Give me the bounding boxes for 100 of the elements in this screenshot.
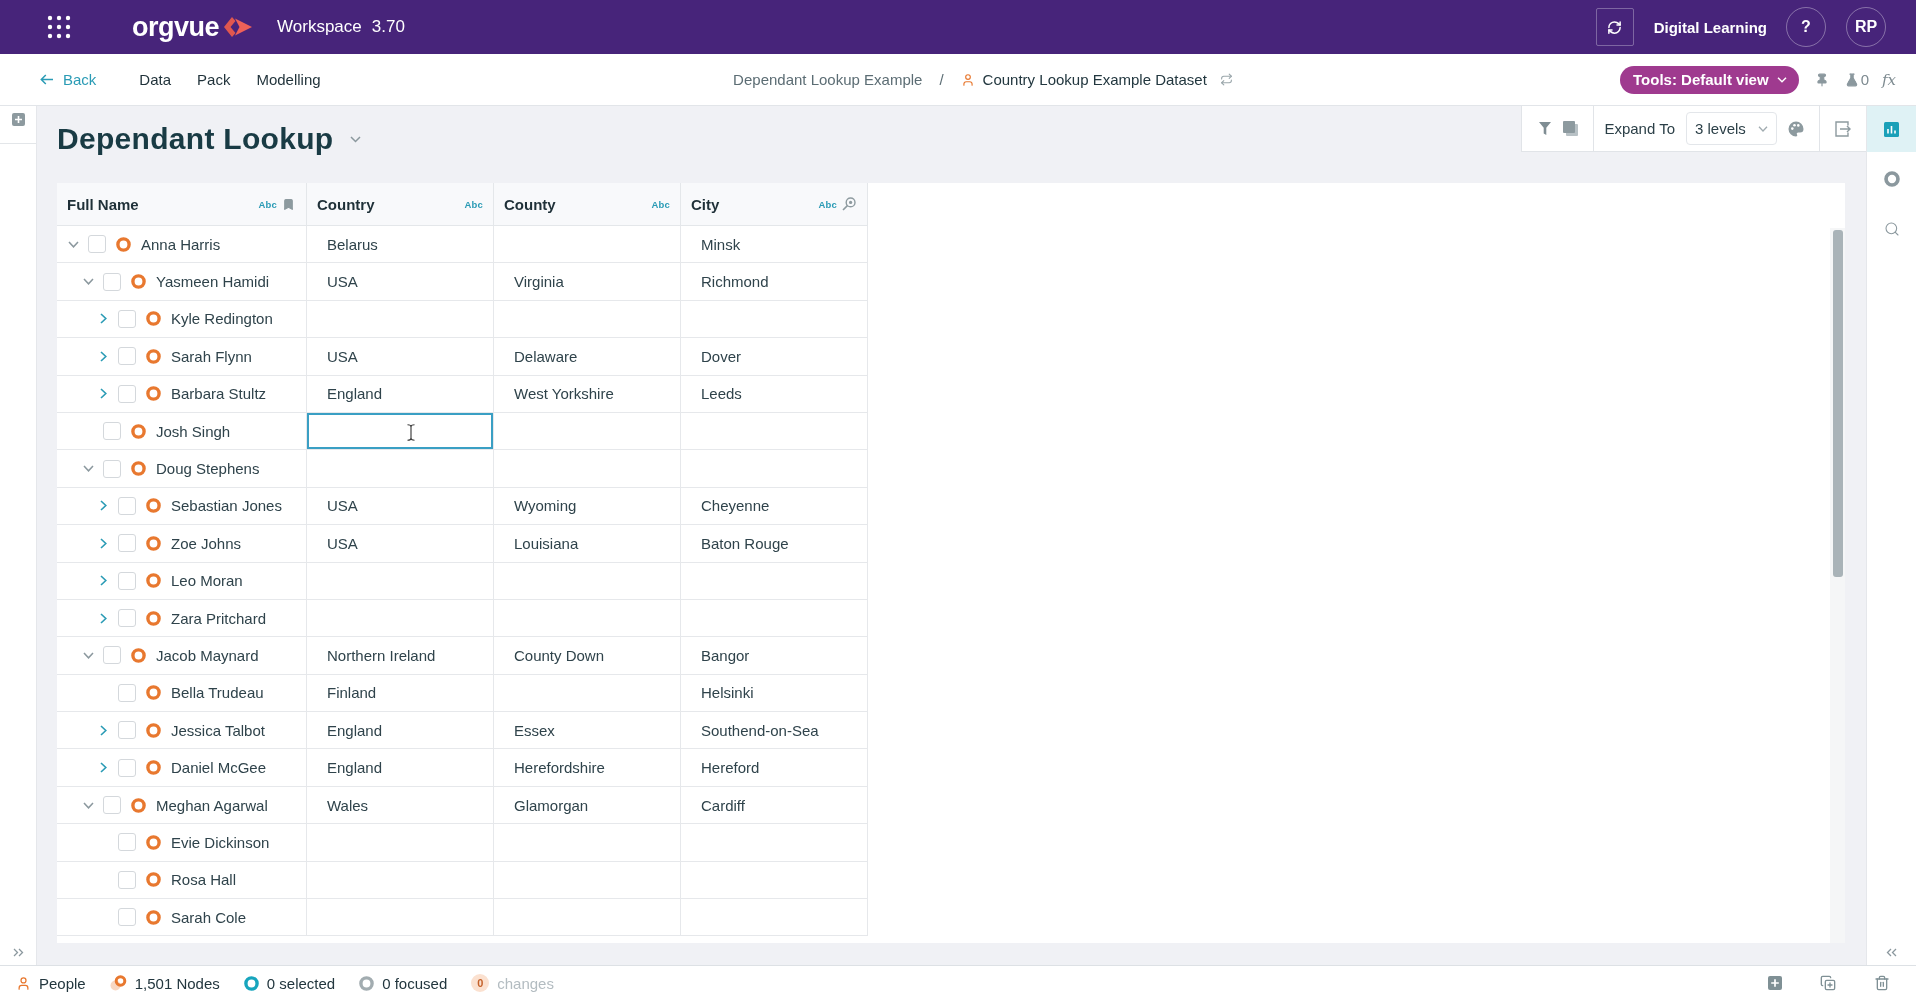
column-header[interactable]: City Abc <box>681 183 868 226</box>
chevron-right-icon[interactable] <box>99 724 107 736</box>
filter-icon[interactable] <box>1539 122 1552 135</box>
table-cell: England <box>307 749 494 787</box>
formula-button[interactable]: fx <box>1882 70 1896 89</box>
add-icon[interactable] <box>1768 976 1782 990</box>
node-name[interactable]: Jacob Maynard <box>156 647 259 664</box>
chevron-down-icon[interactable] <box>82 652 94 659</box>
nav-menu-item[interactable]: Modelling <box>256 71 321 88</box>
node-name[interactable]: Zara Pritchard <box>171 609 267 627</box>
ring-icon <box>131 274 146 290</box>
table-cell: Herefordshire <box>494 749 681 787</box>
ring-icon <box>146 872 161 888</box>
chevron-right-icon[interactable] <box>99 612 107 624</box>
node-name[interactable]: Daniel McGee <box>171 759 267 777</box>
account-name[interactable]: Digital Learning <box>1653 18 1767 36</box>
checkbox[interactable] <box>88 235 106 254</box>
column-header[interactable]: County Abc <box>494 183 681 226</box>
levels-select[interactable]: 3 levels <box>1686 112 1777 145</box>
chevron-down-icon[interactable] <box>82 465 94 473</box>
table-cell: Helsinki <box>681 674 868 713</box>
checkbox[interactable] <box>118 496 136 515</box>
node-name[interactable]: Zoe Johns <box>171 534 242 552</box>
tools-button[interactable]: Tools: Default view <box>1620 65 1799 94</box>
checkbox[interactable] <box>118 347 136 366</box>
nav-menu-item[interactable]: Data <box>139 71 172 88</box>
chevron-down-icon[interactable] <box>350 135 362 143</box>
chevron-right-icon[interactable] <box>99 350 107 362</box>
checkbox[interactable] <box>118 309 136 328</box>
nav-menu-item[interactable]: Pack <box>197 71 231 88</box>
node-name[interactable]: Meghan Agarwal <box>156 796 268 814</box>
breadcrumb-link[interactable]: Dependant Lookup Example <box>733 71 923 88</box>
table-cell: Southend-on-Sea <box>681 712 868 750</box>
node-name[interactable]: Rosa Hall <box>171 871 237 889</box>
chevron-right-icon[interactable] <box>99 762 107 774</box>
dataset-label[interactable]: People <box>39 974 86 992</box>
palette-icon[interactable] <box>1788 120 1804 137</box>
side-tab[interactable] <box>1867 106 1916 152</box>
checkbox[interactable] <box>103 272 121 291</box>
node-name[interactable]: Yasmeen Hamidi <box>156 273 270 291</box>
chevron-down-icon[interactable] <box>82 278 94 286</box>
sync-icon[interactable] <box>1219 73 1233 86</box>
checkbox[interactable] <box>103 646 121 665</box>
person-icon <box>16 975 31 991</box>
checkbox[interactable] <box>118 384 136 403</box>
node-name[interactable]: Jessica Talbot <box>171 721 265 739</box>
chevron-right-icon[interactable] <box>99 313 107 325</box>
chevron-right-icon[interactable] <box>99 537 107 549</box>
bookmark-icon[interactable] <box>282 197 295 211</box>
column-label: County <box>504 195 557 213</box>
chevron-down-icon[interactable] <box>67 240 79 248</box>
node-name[interactable]: Sebastian Jones <box>171 497 282 515</box>
checkbox[interactable] <box>118 534 136 553</box>
chevron-down-icon[interactable] <box>82 801 94 809</box>
chevron-right-icon[interactable] <box>99 575 107 587</box>
checkbox[interactable] <box>118 609 136 628</box>
table-cell: Cardiff <box>681 786 868 825</box>
checkbox[interactable] <box>118 908 136 927</box>
layers-icon[interactable] <box>1563 121 1579 136</box>
add-icon[interactable] <box>11 113 25 126</box>
trash-icon[interactable] <box>1874 975 1890 991</box>
node-name[interactable]: Evie Dickinson <box>171 833 270 851</box>
node-count: 1,501 Nodes <box>134 974 220 992</box>
chevron-right-icon[interactable] <box>99 388 107 400</box>
double-chevron-right-icon[interactable] <box>12 947 24 957</box>
table-cell: County Down <box>494 637 681 675</box>
node-name[interactable]: Barbara Stultz <box>171 385 267 403</box>
double-chevron-left-icon[interactable] <box>1886 947 1897 957</box>
checkbox[interactable] <box>118 758 136 777</box>
node-name[interactable]: Anna Harris <box>141 235 221 253</box>
node-name[interactable]: Leo Moran <box>171 572 243 590</box>
checkbox[interactable] <box>118 571 136 590</box>
checkbox[interactable] <box>118 833 136 852</box>
checkbox[interactable] <box>118 683 136 702</box>
node-name[interactable]: Josh Singh <box>156 422 231 440</box>
copy-add-icon[interactable] <box>1820 975 1836 991</box>
flask-icon[interactable] <box>1844 72 1859 87</box>
search-icon[interactable] <box>842 197 856 211</box>
pin-icon[interactable] <box>1814 72 1829 87</box>
column-header[interactable]: Country Abc <box>307 183 494 226</box>
scrollbar-thumb[interactable] <box>1832 230 1843 577</box>
chevron-right-icon[interactable] <box>99 500 107 512</box>
checkbox[interactable] <box>118 721 136 740</box>
checkbox[interactable] <box>103 796 121 815</box>
checkbox[interactable] <box>103 459 121 478</box>
checkbox[interactable] <box>118 870 136 889</box>
node-name[interactable]: Bella Trudeau <box>171 684 264 702</box>
refresh-button[interactable] <box>1595 8 1634 46</box>
node-name[interactable]: Sarah Cole <box>171 908 247 926</box>
column-header[interactable]: Full Name Abc <box>57 183 307 226</box>
node-name[interactable]: Kyle Redington <box>171 310 273 328</box>
node-name[interactable]: Doug Stephens <box>156 460 260 478</box>
column-label: Country <box>317 195 376 213</box>
ring-icon <box>146 610 161 626</box>
export-icon[interactable] <box>1835 120 1851 137</box>
table-cell: USA <box>307 487 494 526</box>
node-name[interactable]: Sarah Flynn <box>171 347 252 365</box>
checkbox[interactable] <box>103 422 121 441</box>
apps-grid-icon[interactable] <box>47 15 71 39</box>
ring-icon <box>146 760 161 776</box>
